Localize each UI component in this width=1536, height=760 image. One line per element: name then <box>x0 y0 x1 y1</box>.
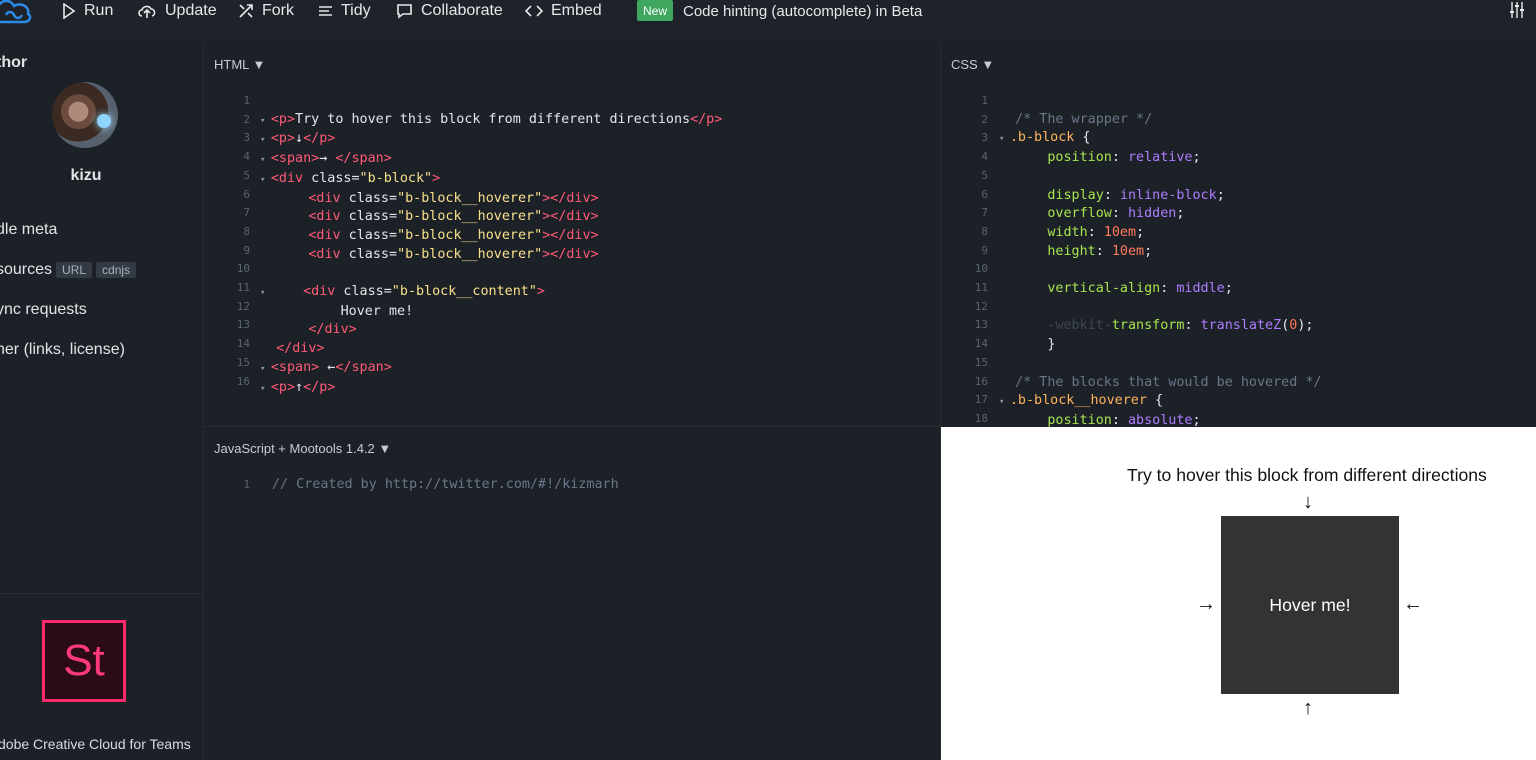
sidebar-item-other[interactable]: her (links, license) <box>0 341 125 359</box>
code-brackets-icon <box>525 5 543 17</box>
cdnjs-pill[interactable]: cdnjs <box>96 261 137 278</box>
hover-block[interactable]: Hover me! <box>1221 516 1399 694</box>
fork-label: Fork <box>262 2 294 19</box>
settings-sliders-icon[interactable] <box>1508 1 1526 19</box>
arrow-down: ↓ <box>1303 491 1313 513</box>
chat-bubble-icon <box>397 4 412 19</box>
sidebar: thor kizu dle meta sourcesURLcdnjs ync r… <box>0 42 204 760</box>
sidebar-item-resources[interactable]: sources URL cdnjs <box>0 261 137 279</box>
run-label: Run <box>84 2 114 19</box>
collaborate-button[interactable]: Collaborate <box>396 0 503 22</box>
update-label: Update <box>165 2 217 19</box>
author-heading: thor <box>0 54 28 71</box>
css-panel[interactable]: CSS ▼ 1 2 3 4 5 6 7 8 9 10 11 12 13 14 15 16 17 18 /* The… <box>941 42 1536 427</box>
js-panel[interactable]: JavaScript + Mootools 1.4.2 ▼ 1 // Creat… <box>204 427 941 760</box>
top-toolbar: Run Update Fork Tidy Collaborate Embed N… <box>0 0 1536 42</box>
tidy-button[interactable]: Tidy <box>318 0 371 22</box>
html-panel[interactable]: HTML ▼ 1 2 3 4 5 6 7 8 9 10 11 12 13 14 15 16 ▾ <p>Try … <box>204 42 941 427</box>
play-icon <box>63 3 76 19</box>
html-panel-label[interactable]: HTML ▼ <box>214 57 265 72</box>
js-line-numbers: 1 <box>243 478 250 491</box>
embed-button[interactable]: Embed <box>525 0 602 22</box>
sidebar-item-async-requests[interactable]: ync requests <box>0 301 87 319</box>
new-badge: New <box>637 0 674 21</box>
embed-label: Embed <box>551 2 602 19</box>
html-code-editor[interactable]: ▾ <p>Try to hover this block from differ… <box>260 92 722 454</box>
author-username[interactable]: kizu <box>0 167 172 185</box>
result-panel[interactable]: Try to hover this block from different d… <box>941 427 1536 760</box>
jsfiddle-logo-icon[interactable] <box>0 0 34 28</box>
result-heading: Try to hover this block from different d… <box>1127 465 1487 485</box>
run-button[interactable]: Run <box>62 0 113 22</box>
cloud-upload-icon <box>138 5 156 18</box>
tidy-label: Tidy <box>341 2 371 19</box>
collaborate-label: Collaborate <box>421 2 503 19</box>
update-button[interactable]: Update <box>137 0 217 22</box>
code-hinting-link[interactable]: Code hinting (autocomplete) in Beta <box>683 0 922 22</box>
arrow-up: ↑ <box>1303 697 1313 719</box>
sidebar-item-fiddle-meta[interactable]: dle meta <box>0 221 57 239</box>
css-code-editor[interactable]: /* The wrapper */▾ .b-block { position: … <box>999 92 1321 427</box>
css-panel-label[interactable]: CSS ▼ <box>951 57 994 72</box>
url-pill[interactable]: URL <box>56 261 93 278</box>
arrow-right: → <box>1196 593 1216 615</box>
sidebar-item-label: sources <box>0 261 53 278</box>
fork-button[interactable]: Fork <box>238 0 294 22</box>
ad-text[interactable]: dobe Creative Cloud for Teams <box>0 734 198 754</box>
avatar[interactable] <box>52 82 118 148</box>
fork-icon <box>239 4 253 18</box>
js-panel-label[interactable]: JavaScript + Mootools 1.4.2 ▼ <box>214 441 391 456</box>
align-lines-icon <box>319 6 332 16</box>
adobe-stock-logo[interactable]: St <box>42 620 126 702</box>
html-line-numbers: 1 2 3 4 5 6 7 8 9 10 11 12 13 14 15 16 <box>236 94 250 388</box>
css-line-numbers: 1 2 3 4 5 6 7 8 9 10 11 12 13 14 15 16 17 18 <box>974 94 988 425</box>
sidebar-divider <box>0 593 203 594</box>
js-code-editor[interactable]: // Created by http://twitter.com/#!/kizm… <box>272 476 619 495</box>
arrow-left: ← <box>1403 593 1423 615</box>
hover-block-text: Hover me! <box>1269 594 1351 615</box>
